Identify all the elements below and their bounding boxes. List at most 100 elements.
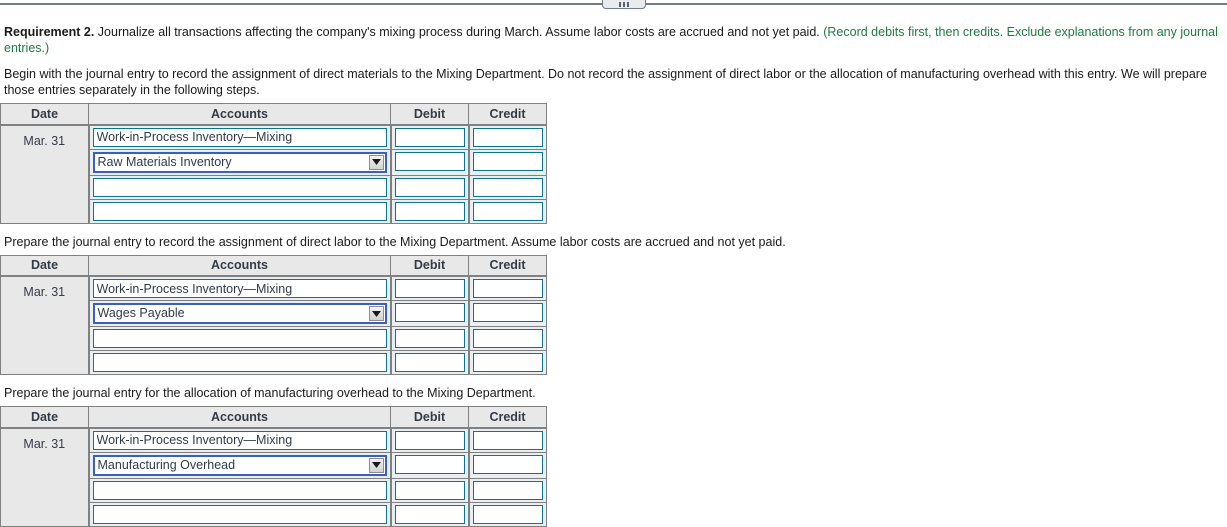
column-header-debit: Debit — [390, 406, 469, 429]
chevron-down-icon[interactable] — [368, 457, 384, 473]
column-header-credit: Credit — [468, 103, 547, 126]
credit-cell — [468, 326, 547, 351]
column-header-accounts: Accounts — [88, 254, 391, 277]
credit-input[interactable] — [472, 504, 543, 524]
intro-paragraph: Begin with the journal entry to record t… — [4, 67, 1207, 97]
column-header-debit: Debit — [390, 254, 469, 277]
credit-input[interactable] — [472, 454, 543, 474]
credit-cell — [468, 350, 547, 375]
account-select[interactable]: Wages Payable — [92, 303, 387, 324]
debit-cell — [390, 427, 470, 453]
account-input[interactable] — [92, 177, 387, 197]
column-header-date: Date — [0, 254, 89, 277]
debit-cell — [390, 174, 470, 200]
step-prompt: Prepare the journal entry to record the … — [4, 234, 786, 249]
requirement-label: Requirement 2. — [4, 25, 95, 39]
debit-input[interactable] — [394, 151, 465, 171]
column-header-debit: Debit — [390, 103, 469, 126]
column-header-date: Date — [0, 406, 89, 429]
entry-date: Mar. 31 — [0, 427, 90, 527]
accounts-cell — [88, 275, 392, 301]
credit-cell — [468, 275, 547, 301]
credit-input[interactable] — [472, 329, 543, 348]
accounts-cell — [88, 501, 392, 527]
requirement-content: Requirement 2. Journalize all transactio… — [0, 10, 1227, 527]
debit-cell — [390, 198, 470, 224]
entry-date: Mar. 31 — [0, 124, 90, 224]
debit-cell — [390, 451, 470, 479]
grip-dot — [623, 2, 625, 7]
column-header-accounts: Accounts — [88, 406, 391, 429]
accounts-cell — [88, 326, 392, 351]
debit-input[interactable] — [394, 177, 465, 197]
debit-input[interactable] — [394, 430, 465, 450]
account-input[interactable] — [92, 430, 387, 450]
credit-input[interactable] — [472, 430, 543, 450]
column-header-date: Date — [0, 103, 89, 126]
entry-date: Mar. 31 — [0, 275, 90, 375]
table-header-row: Date Accounts Debit Credit — [0, 103, 547, 126]
debit-input[interactable] — [394, 201, 465, 221]
journal-entry-table: DateAccountsDebitCreditMar. 31Manufactur… — [0, 406, 547, 527]
account-input[interactable] — [92, 279, 387, 298]
account-input[interactable] — [92, 480, 387, 500]
account-select[interactable]: Raw Materials Inventory — [92, 151, 387, 173]
journal-entry-table: DateAccountsDebitCreditMar. 31Raw Materi… — [0, 103, 547, 224]
requirement-text: Journalize all transactions affecting th… — [94, 25, 824, 39]
credit-input[interactable] — [472, 303, 543, 322]
debit-input[interactable] — [394, 279, 465, 298]
panel-splitter[interactable] — [0, 0, 1227, 10]
grip-dot — [619, 2, 621, 7]
debit-input[interactable] — [394, 504, 465, 524]
debit-cell — [390, 477, 470, 503]
credit-cell — [468, 501, 547, 527]
credit-cell — [468, 451, 547, 479]
debit-cell — [390, 350, 470, 375]
credit-cell — [468, 198, 547, 224]
debit-input[interactable] — [394, 303, 465, 322]
credit-cell — [468, 174, 547, 200]
credit-cell — [468, 427, 547, 453]
account-select[interactable]: Manufacturing Overhead — [92, 454, 387, 476]
panel-resize-grip[interactable] — [602, 0, 646, 9]
column-header-credit: Credit — [468, 406, 547, 429]
column-header-credit: Credit — [468, 254, 547, 277]
credit-input[interactable] — [472, 177, 543, 197]
debit-input[interactable] — [394, 353, 465, 372]
chevron-down-icon[interactable] — [368, 154, 384, 170]
account-input[interactable] — [92, 329, 387, 348]
table-row: Mar. 31 — [0, 124, 547, 224]
account-input[interactable] — [92, 127, 387, 147]
credit-input[interactable] — [472, 480, 543, 500]
account-select-value: Wages Payable — [97, 306, 185, 320]
account-select-value: Manufacturing Overhead — [97, 457, 236, 472]
credit-input[interactable] — [472, 201, 543, 221]
account-input[interactable] — [92, 504, 387, 524]
debit-input[interactable] — [394, 480, 465, 500]
debit-input[interactable] — [394, 127, 465, 147]
credit-cell — [468, 300, 547, 327]
credit-cell — [468, 124, 547, 150]
accounts-cell — [88, 198, 392, 224]
credit-cell — [468, 477, 547, 503]
debit-cell — [390, 275, 470, 301]
credit-input[interactable] — [472, 127, 543, 147]
chevron-down-icon[interactable] — [368, 306, 384, 321]
accounts-cell: Wages Payable — [88, 300, 392, 327]
accounts-cell — [88, 477, 392, 503]
accounts-cell — [88, 124, 392, 150]
credit-input[interactable] — [472, 279, 543, 298]
table-row: Mar. 31 — [0, 427, 547, 527]
account-input[interactable] — [92, 201, 387, 221]
debit-input[interactable] — [394, 454, 465, 474]
journal-entry-table: DateAccountsDebitCredit Mar. 31 Wages Paya… — [0, 254, 547, 375]
column-header-accounts: Accounts — [88, 103, 391, 126]
step-prompt: Prepare the journal entry for the alloca… — [4, 386, 536, 400]
credit-input[interactable] — [472, 353, 543, 372]
debit-input[interactable] — [394, 329, 465, 348]
credit-input[interactable] — [472, 151, 543, 171]
table-header-row: Date Accounts Debit Credit — [0, 406, 547, 429]
account-input[interactable] — [92, 353, 387, 372]
debit-cell — [390, 501, 470, 527]
requirement-statement: Requirement 2. Journalize all transactio… — [0, 24, 1227, 56]
